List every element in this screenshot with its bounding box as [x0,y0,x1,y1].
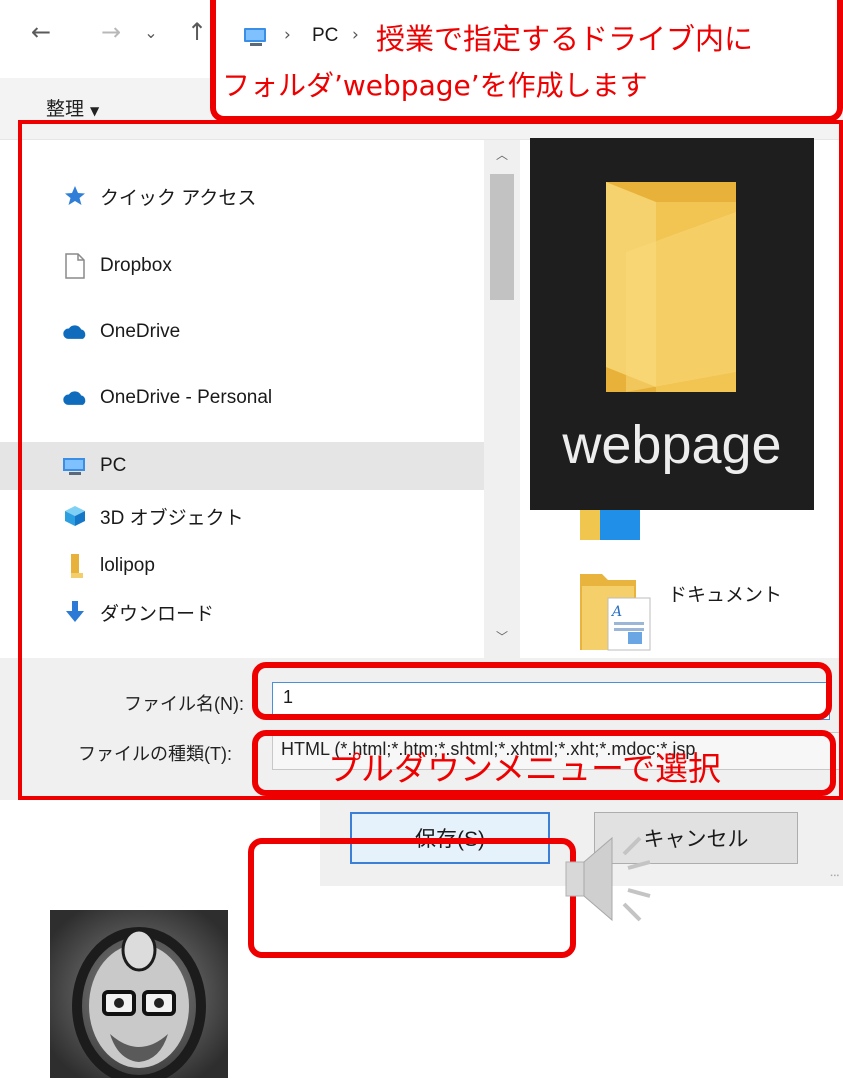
folder-icon [606,182,736,392]
nav-item-label: PC [100,455,127,476]
nav-item-label: Dropbox [100,255,172,276]
computer-icon [62,453,88,479]
nav-item-label: lolipop [100,555,155,576]
cloud-icon [62,385,88,411]
nav-item-onedrive[interactable]: OneDrive [0,308,484,356]
folder-name-label: webpage [562,415,782,475]
filename-label: ファイル名(N): [124,694,244,714]
speaker-icon[interactable] [560,824,660,934]
caret-down-icon: ▼ [90,104,100,118]
content-item-documents[interactable]: A [580,566,660,658]
up-arrow-icon[interactable]: ↑ [182,14,212,50]
back-arrow-icon[interactable]: ← [26,14,56,50]
nav-item-dropbox[interactable]: Dropbox [0,242,484,290]
annotation-path-note-line2: フォルダ’webpage’を作成します [222,69,648,102]
nav-item-quick-access[interactable]: クイック アクセス [0,172,484,220]
annotation-filename-highlight [252,662,832,720]
nav-item-desktop-partial[interactable] [0,644,484,658]
filetype-label: ファイルの種類(T): [78,744,232,764]
documents-folder-icon: A [580,574,651,651]
cloud-icon [62,319,88,345]
nav-item-label: 3D オブジェクト [100,507,244,529]
nav-item-pc[interactable]: PC [0,442,484,490]
chevron-down-icon[interactable]: ﹀ [484,628,520,648]
nav-item-3d-objects[interactable]: 3D オブジェクト [0,492,484,540]
scrollbar-thumb[interactable] [490,174,514,300]
download-arrow-icon [62,599,88,625]
star-icon [62,183,88,209]
nav-item-label: クイック アクセス [100,187,257,209]
avatar [50,910,228,1078]
chevron-up-icon[interactable]: ︿ [484,146,520,166]
breadcrumb-separator-icon: › [352,25,359,45]
breadcrumb-visible-part: › PC › [228,14,368,62]
content-item-label: ドキュメント [668,585,783,606]
nav-item-label: OneDrive [100,321,181,342]
nav-item-label: OneDrive - Personal [100,387,273,408]
breadcrumb-separator-icon: › [284,25,291,45]
folder-icon [62,553,88,579]
annotation-filetype-note: プルダウンメニューで選択 [328,749,722,788]
forward-arrow-icon[interactable]: → [96,14,126,50]
svg-text:A: A [610,604,622,620]
annotation-save-highlight [248,838,576,958]
chevron-down-icon[interactable]: ⌄ [136,14,166,50]
computer-icon [244,28,266,46]
nav-scrollbar[interactable]: ︿ ﹀ [484,140,520,658]
document-icon [62,253,88,279]
resize-grip-icon[interactable]: ⠠⠤ [826,869,840,880]
nav-item-lolipop[interactable]: lolipop [0,542,484,590]
nav-item-downloads[interactable]: ダウンロード [0,588,484,636]
organize-label: 整理 [46,98,85,120]
navigation-pane: クイック アクセス Dropbox OneDrive OneDrive - Pe… [0,140,520,658]
organize-menu-button[interactable]: 整理 ▼ [46,94,99,121]
annotation-path-note-line1: 授業で指定するドライブ内に [376,22,754,56]
avatar-illustration [50,910,228,1078]
nav-item-onedrive-personal[interactable]: OneDrive - Personal [0,374,484,422]
folder-preview-overlay: webpage [530,138,814,510]
breadcrumb-item-pc[interactable]: PC [312,25,338,47]
nav-item-label: ダウンロード [100,603,215,625]
cube-icon [62,503,88,529]
